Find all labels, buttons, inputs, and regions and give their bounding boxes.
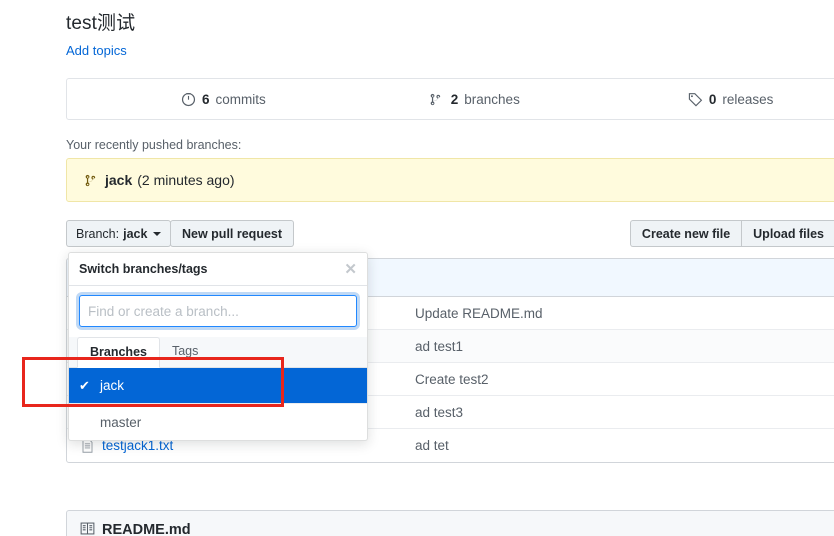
- branches-stat[interactable]: 2 branches: [420, 92, 530, 107]
- branch-item-label: master: [100, 414, 142, 430]
- branch-icon: [85, 173, 100, 188]
- branch-button-current: jack: [123, 226, 148, 241]
- tab-tags[interactable]: Tags: [160, 337, 210, 367]
- readme-header: README.md: [80, 521, 191, 536]
- dropdown-header: Switch branches/tags ✕: [69, 253, 367, 286]
- upload-files-button[interactable]: Upload files: [742, 220, 834, 247]
- releases-stat[interactable]: 0 releases: [678, 92, 784, 107]
- branches-count: 2: [450, 91, 459, 107]
- readme-title: README.md: [102, 522, 191, 536]
- book-icon: [80, 521, 95, 536]
- branch-item-jack[interactable]: ✔ jack: [69, 368, 367, 404]
- file-action-buttons: Create new file Upload files: [629, 220, 834, 247]
- new-pull-request-button[interactable]: New pull request: [170, 220, 295, 247]
- commits-count: 6: [202, 91, 210, 107]
- dropdown-search-area: [69, 286, 367, 337]
- dropdown-tabs: Branches Tags: [69, 337, 367, 368]
- branch-list: ✔ jack ✓ master: [69, 368, 367, 440]
- releases-count: 0: [708, 91, 717, 107]
- branch-dropdown-panel: Switch branches/tags ✕ Branches Tags ✔ j…: [68, 252, 368, 441]
- commits-label: commits: [215, 91, 266, 107]
- commit-message: ad test1: [415, 338, 464, 354]
- branch-item-label: jack: [100, 378, 125, 393]
- branches-label: branches: [464, 91, 520, 107]
- commit-message: ad tet: [415, 438, 449, 453]
- commit-message: Create test2: [415, 371, 489, 387]
- page-title: test测试: [66, 13, 136, 34]
- branch-icon: [430, 92, 445, 107]
- chevron-down-icon: [153, 231, 162, 236]
- close-icon[interactable]: ✕: [344, 262, 357, 277]
- repository-page: test测试 Add topics 6 commits 2 branches 0…: [0, 0, 834, 536]
- recently-pushed-banner: jack (2 minutes ago): [66, 158, 834, 202]
- branch-search-input[interactable]: [79, 295, 357, 327]
- dropdown-title: Switch branches/tags: [79, 262, 208, 276]
- history-icon: [181, 92, 196, 107]
- pushed-branch-time: (2 minutes ago): [137, 172, 235, 188]
- check-icon: ✓: [79, 414, 92, 430]
- recently-pushed-branch[interactable]: jack (2 minutes ago): [85, 172, 235, 188]
- readme-panel: README.md: [66, 510, 834, 536]
- tag-icon: [688, 92, 703, 107]
- recently-pushed-label: Your recently pushed branches:: [66, 138, 242, 152]
- check-icon: ✔: [79, 377, 90, 393]
- commits-stat[interactable]: 6 commits: [171, 92, 276, 107]
- repository-summary-bar: 6 commits 2 branches 0 releases: [66, 78, 834, 120]
- branch-select-button[interactable]: Branch: jack: [66, 220, 172, 247]
- commit-message: ad test3: [415, 404, 464, 420]
- create-new-file-button[interactable]: Create new file: [629, 220, 743, 247]
- pushed-branch-name: jack: [105, 172, 133, 188]
- branch-item-master[interactable]: ✓ master: [69, 404, 367, 440]
- releases-label: releases: [722, 91, 774, 107]
- tab-branches[interactable]: Branches: [77, 337, 160, 368]
- branch-button-prefix: Branch:: [76, 226, 120, 241]
- add-topics-link[interactable]: Add topics: [66, 43, 127, 58]
- commit-message: Update README.md: [415, 305, 543, 321]
